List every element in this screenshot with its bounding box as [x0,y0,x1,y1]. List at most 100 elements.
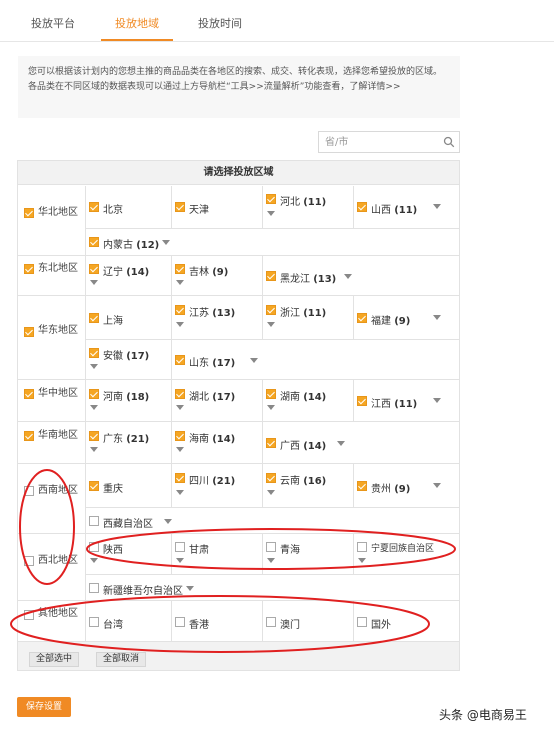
province-shanxi[interactable]: 山西 (11) [354,186,459,228]
chevron-down-icon[interactable] [176,490,184,495]
region-huadong[interactable]: 华东地区 [18,296,86,380]
chevron-down-icon[interactable] [267,405,275,410]
province-liaoning[interactable]: 辽宁 (14) [86,256,172,295]
region-checkbox[interactable] [24,327,34,337]
region-checkbox[interactable] [24,389,34,399]
chevron-down-icon[interactable] [433,315,441,320]
province-hubei[interactable]: 湖北 (17) [172,380,263,421]
province-gansu[interactable]: 甘肃 [172,534,263,574]
chevron-down-icon[interactable] [344,274,352,279]
province-checkbox[interactable] [357,396,367,406]
province-checkbox[interactable] [89,202,99,212]
province-guangxi[interactable]: 广西 (14) [263,422,459,463]
province-taiwan[interactable]: 台湾 [86,601,172,641]
chevron-down-icon[interactable] [267,490,275,495]
province-checkbox[interactable] [175,389,185,399]
province-checkbox[interactable] [266,542,276,552]
tab-region[interactable]: 投放地域 [115,15,159,31]
province-jiangxi[interactable]: 江西 (11) [354,380,459,421]
province-beijing[interactable]: 北京 [86,186,172,228]
learn-more-link[interactable]: 了解详情>> [349,82,400,92]
province-chongqing[interactable]: 重庆 [86,464,172,507]
province-xizang[interactable]: 西藏自治区 [86,508,459,533]
region-huanan[interactable]: 华南地区 [18,422,86,464]
region-checkbox[interactable] [24,264,34,274]
chevron-down-icon[interactable] [176,322,184,327]
tab-platform[interactable]: 投放平台 [31,15,75,31]
province-xinjiang[interactable]: 新疆维吾尔自治区 [86,575,459,600]
chevron-down-icon[interactable] [176,280,184,285]
chevron-down-icon[interactable] [162,240,170,245]
chevron-down-icon[interactable] [90,364,98,369]
province-hebei[interactable]: 河北 (11) [263,186,354,228]
province-checkbox[interactable] [89,237,99,247]
search-icon[interactable] [443,136,455,148]
province-jiangsu[interactable]: 江苏 (13) [172,296,263,339]
province-henan[interactable]: 河南 (18) [86,380,172,421]
province-checkbox[interactable] [89,313,99,323]
chevron-down-icon[interactable] [90,405,98,410]
province-checkbox[interactable] [89,431,99,441]
province-qinghai[interactable]: 青海 [263,534,354,574]
chevron-down-icon[interactable] [176,405,184,410]
province-checkbox[interactable] [357,617,367,627]
province-macau[interactable]: 澳门 [263,601,354,641]
province-checkbox[interactable] [175,305,185,315]
province-checkbox[interactable] [175,202,185,212]
region-huabei[interactable]: 华北地区 [18,186,86,256]
chevron-down-icon[interactable] [90,447,98,452]
province-checkbox[interactable] [266,271,276,281]
province-checkbox[interactable] [89,348,99,358]
region-checkbox[interactable] [24,208,34,218]
province-checkbox[interactable] [89,542,99,552]
chevron-down-icon[interactable] [267,211,275,216]
province-checkbox[interactable] [266,438,276,448]
province-checkbox[interactable] [357,202,367,212]
select-all-button[interactable]: 全部选中 [29,652,80,667]
chevron-down-icon[interactable] [337,441,345,446]
province-checkbox[interactable] [266,473,276,483]
province-checkbox[interactable] [89,583,99,593]
region-checkbox[interactable] [24,486,34,496]
province-sichuan[interactable]: 四川 (21) [172,464,263,507]
region-dongbei[interactable]: 东北地区 [18,256,86,296]
region-xibei[interactable]: 西北地区 [18,534,86,601]
province-zhejiang[interactable]: 浙江 (11) [263,296,354,339]
chevron-down-icon[interactable] [250,358,258,363]
province-hainan[interactable]: 海南 (14) [172,422,263,463]
chevron-down-icon[interactable] [164,519,172,524]
province-heilongjiang[interactable]: 黑龙江 (13) [263,256,459,295]
province-guangdong[interactable]: 广东 (21) [86,422,172,463]
province-jilin[interactable]: 吉林 (9) [172,256,263,295]
chevron-down-icon[interactable] [433,398,441,403]
province-checkbox[interactable] [89,389,99,399]
chevron-down-icon[interactable] [186,586,194,591]
province-yunnan[interactable]: 云南 (16) [263,464,354,507]
tab-time[interactable]: 投放时间 [198,15,242,31]
region-xinan[interactable]: 西南地区 [18,464,86,534]
region-huazhong[interactable]: 华中地区 [18,380,86,422]
province-abroad[interactable]: 国外 [354,601,459,641]
province-checkbox[interactable] [175,264,185,274]
province-checkbox[interactable] [266,305,276,315]
province-checkbox[interactable] [175,542,185,552]
deselect-all-button[interactable]: 全部取消 [96,652,147,667]
province-neimenggu[interactable]: 内蒙古 (12) [86,229,459,255]
region-checkbox[interactable] [24,431,34,441]
search-input[interactable] [325,135,435,149]
province-fujian[interactable]: 福建 (9) [354,296,459,339]
province-shaanxi[interactable]: 陕西 [86,534,172,574]
save-settings-button[interactable]: 保存设置 [17,697,71,717]
province-checkbox[interactable] [266,194,276,204]
province-checkbox[interactable] [89,516,99,526]
chevron-down-icon[interactable] [433,483,441,488]
province-checkbox[interactable] [175,431,185,441]
province-anhui[interactable]: 安徽 (17) [86,340,172,379]
province-checkbox[interactable] [357,313,367,323]
region-other[interactable]: 其他地区 [18,601,86,642]
province-checkbox[interactable] [266,617,276,627]
province-shandong[interactable]: 山东 (17) [172,340,459,379]
chevron-down-icon[interactable] [176,447,184,452]
chevron-down-icon[interactable] [358,558,366,563]
region-checkbox[interactable] [24,610,34,620]
